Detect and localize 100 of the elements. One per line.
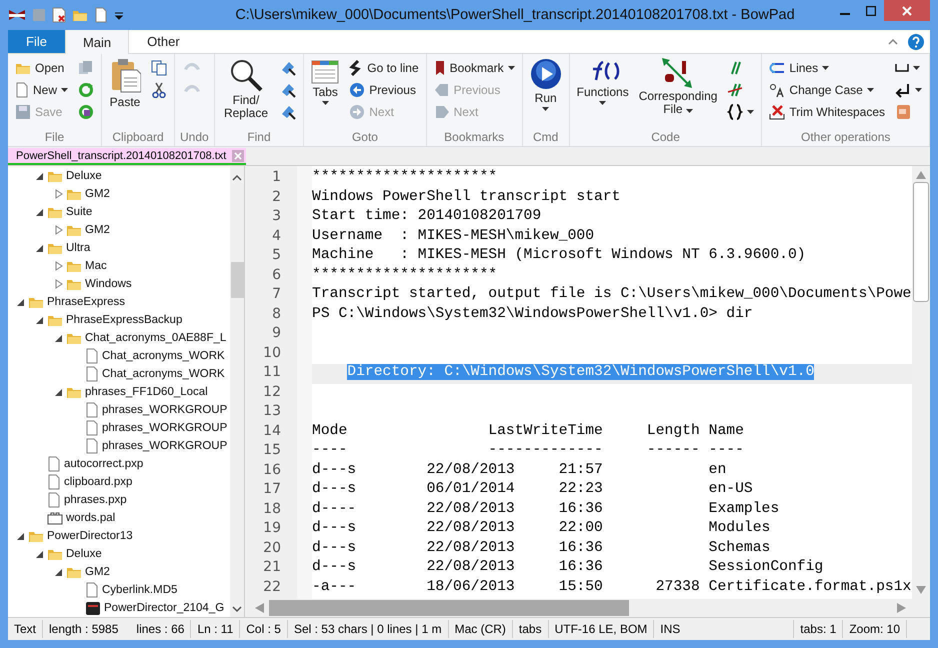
- ribbon-large-button[interactable]: Find/ Replace: [220, 58, 272, 120]
- tree-item[interactable]: PowerDirector_2104_G: [8, 599, 230, 617]
- ribbon-button[interactable]: Previous: [347, 80, 421, 100]
- line-number: 21: [262, 559, 282, 577]
- expanded-icon[interactable]: [35, 243, 45, 253]
- tree-item[interactable]: PhraseExpress: [8, 293, 230, 311]
- tree-item[interactable]: Mac: [8, 257, 230, 275]
- expanded-icon[interactable]: [54, 567, 64, 577]
- ribbon-button[interactable]: Trim Whitespaces: [767, 102, 887, 122]
- minimize-icon: [840, 12, 850, 14]
- tree-item[interactable]: Chat_acronyms_WORK: [8, 365, 230, 383]
- tree-item[interactable]: Ultra: [8, 239, 230, 257]
- tree-item[interactable]: GM2: [8, 185, 230, 203]
- code-line: Windows PowerShell transcript start: [312, 188, 622, 206]
- ribbon-tab[interactable]: File: [8, 30, 65, 53]
- horizontal-scrollbar[interactable]: [251, 599, 930, 617]
- tree-item[interactable]: Windows: [8, 275, 230, 293]
- palette-file-icon: [47, 510, 63, 526]
- clipboard-icon: [109, 58, 142, 94]
- tree-item[interactable]: phrases_WORKGROUP: [8, 419, 230, 437]
- close-file-icon: [52, 7, 66, 23]
- vertical-scrollbar[interactable]: [912, 166, 930, 599]
- expanded-icon[interactable]: [35, 207, 45, 217]
- whitespace-icon: [895, 64, 909, 72]
- expanded-icon[interactable]: [16, 297, 26, 307]
- line-number: 7: [271, 286, 282, 304]
- tree-item-label: Chat_acronyms_0AE88F_L: [85, 332, 226, 344]
- ribbon-large-button[interactable]: Paste: [107, 58, 144, 109]
- ribbon-button[interactable]: Change Case: [767, 80, 887, 100]
- ribbon-button[interactable]: Bookmark: [432, 58, 517, 78]
- status-text: Col : 5: [246, 622, 281, 636]
- tree-item-label: Windows: [85, 278, 132, 290]
- code-line: d---s 06/01/2014 22:23 en-US: [312, 481, 754, 499]
- ribbon-tab[interactable]: Main: [64, 30, 130, 54]
- line-number: 16: [262, 462, 282, 480]
- presentation-icon: [895, 104, 911, 120]
- tree-item[interactable]: Chat_acronyms_WORK: [8, 347, 230, 365]
- group-label: Undo: [180, 130, 209, 146]
- status-text: lines : 66: [136, 622, 184, 636]
- tree-item-label: words.pal: [66, 512, 116, 524]
- bookmark-icon: [434, 60, 446, 76]
- tree-item[interactable]: Suite: [8, 203, 230, 221]
- lines-icon: [769, 60, 786, 76]
- app-icon: [8, 8, 26, 22]
- tree-item[interactable]: Deluxe: [8, 167, 230, 185]
- close-button[interactable]: [884, 0, 930, 21]
- scrollbar-thumb[interactable]: [269, 600, 629, 616]
- code-line: Mode LastWriteTime Length Name: [312, 422, 745, 440]
- ribbon-icon-button[interactable]: [725, 102, 756, 122]
- tree-item[interactable]: GM2: [8, 563, 230, 581]
- ribbon-large-button[interactable]: Corresponding File: [636, 58, 720, 116]
- ribbon-button[interactable]: Lines: [767, 58, 887, 78]
- tree-item-label: Cyberlink.MD5: [102, 584, 178, 596]
- ribbon-large-button[interactable]: Functions: [574, 58, 631, 105]
- tree-scrollbar[interactable]: [230, 166, 244, 617]
- scrollbar-thumb[interactable]: [913, 182, 929, 302]
- expanded-icon[interactable]: [54, 387, 64, 397]
- collapsed-icon[interactable]: [54, 189, 64, 199]
- tree-item[interactable]: Cyberlink.MD5: [8, 581, 230, 599]
- tree-item[interactable]: PhraseExpressBackup: [8, 311, 230, 329]
- tree-item[interactable]: Chat_acronyms_0AE88F_L: [8, 329, 230, 347]
- tree-item-label: phrases.pxp: [64, 494, 127, 506]
- code-line: Transcript started, output file is C:\Users\mikew_000\Documents\Powe: [312, 286, 912, 304]
- selected-text: Directory: C:\Windows\System32\WindowsPowerShell\v1.0: [347, 364, 814, 380]
- code-line: Start time: 20140108201709: [312, 208, 542, 226]
- tree-item[interactable]: phrases_FF1D60_Local: [8, 383, 230, 401]
- expanded-icon[interactable]: [35, 549, 45, 559]
- expanded-icon[interactable]: [35, 171, 45, 181]
- collapsed-icon[interactable]: [54, 261, 64, 271]
- tree-item[interactable]: phrases_WORKGROUP: [8, 437, 230, 455]
- line-number: 13: [262, 403, 282, 421]
- line-number: 14: [262, 422, 282, 440]
- tree-item[interactable]: autocorrect.pxp: [8, 455, 230, 473]
- tree-item[interactable]: Deluxe: [8, 545, 230, 563]
- document-tab[interactable]: PowerShell_transcript.20140108201708.txt: [8, 148, 246, 165]
- ribbon-large-button[interactable]: Run: [528, 58, 564, 111]
- code-line: Machine : MIKES-MESH (Microsoft Windows NT 6.3.9600.0): [312, 247, 807, 265]
- expanded-icon[interactable]: [35, 315, 45, 325]
- ribbon-large-button[interactable]: Tabs: [309, 58, 342, 105]
- text-editor[interactable]: [251, 166, 930, 617]
- collapsed-icon[interactable]: [54, 225, 64, 235]
- document-icon: [47, 474, 61, 490]
- ribbon-button[interactable]: Go to line: [347, 58, 421, 78]
- help-icon: [908, 34, 924, 50]
- tree-item[interactable]: GM2: [8, 221, 230, 239]
- ribbon-button[interactable]: New: [13, 80, 70, 100]
- tree-item[interactable]: phrases.pxp: [8, 491, 230, 509]
- close-icon: [902, 6, 912, 16]
- expanded-icon[interactable]: [54, 333, 64, 343]
- scrollbar-thumb[interactable]: [230, 262, 244, 298]
- code-line: d---s 22/08/2013 16:36 Schemas: [312, 540, 772, 558]
- tree-item[interactable]: clipboard.pxp: [8, 473, 230, 491]
- tree-item[interactable]: phrases_WORKGROUP: [8, 401, 230, 419]
- uncomment-icon: [727, 82, 744, 98]
- next-icon: [349, 104, 366, 120]
- ribbon-button[interactable]: Open: [13, 58, 70, 78]
- collapsed-icon[interactable]: [54, 279, 64, 289]
- tree-item[interactable]: PowerDirector13: [8, 527, 230, 545]
- tree-item[interactable]: words.pal: [8, 509, 230, 527]
- expanded-icon[interactable]: [16, 531, 26, 541]
